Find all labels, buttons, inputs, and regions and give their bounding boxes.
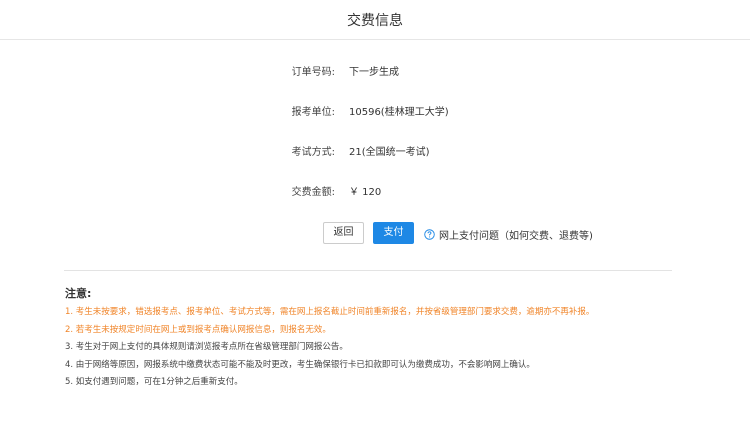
fee-amount-label: 交费金额: (291, 187, 335, 198)
page-title: 交费信息 (347, 12, 403, 29)
order-number-row: 订单号码: 下一步生成 (0, 63, 750, 83)
exam-method-value: 21(全国统一考试) (349, 147, 430, 158)
page-header: 交费信息 (0, 0, 750, 40)
back-button[interactable]: 返回 (323, 222, 364, 244)
section-divider (64, 270, 672, 271)
order-number-value: 下一步生成 (349, 67, 399, 78)
fee-amount-row: 交费金额: ￥ 120 (0, 183, 750, 203)
pay-button[interactable]: 支付 (373, 222, 414, 244)
exam-method-label: 考试方式: (291, 147, 335, 158)
payment-help-link[interactable]: 网上支付问题（如何交费、退费等) (424, 224, 593, 244)
exam-method-row: 考试方式: 21(全国统一考试) (0, 143, 750, 163)
registration-unit-row: 报考单位: 10596(桂林理工大学) (0, 103, 750, 123)
payment-help-text: 网上支付问题（如何交费、退费等) (439, 230, 593, 242)
notice-item: 1. 考生未按要求，错选报考点、报考单位、考试方式等，需在网上报名截止时间前重新… (65, 307, 595, 317)
notice-title: 注意: (65, 287, 92, 300)
notice-item: 5. 如支付遇到问题，可在1分钟之后重新支付。 (65, 377, 243, 387)
registration-unit-value: 10596(桂林理工大学) (349, 107, 449, 118)
notice-item: 3. 考生对于网上支付的具体规则请浏览报考点所在省级管理部门网报公告。 (65, 342, 348, 352)
question-circle-icon (424, 228, 435, 240)
registration-unit-label: 报考单位: (291, 107, 335, 118)
order-number-label: 订单号码: (291, 67, 335, 78)
notice-item: 4. 由于网络等原因，网报系统中缴费状态可能不能及时更改，考生确保银行卡已扣款即… (65, 359, 535, 370)
notice-list: 1. 考生未按要求，错选报考点、报考单位、考试方式等，需在网上报名截止时间前重新… (65, 304, 705, 392)
fee-amount-value: ￥ 120 (349, 187, 382, 198)
notice-item: 2. 若考生未按规定时间在网上或到报考点确认网报信息，则报名无效。 (65, 324, 331, 335)
